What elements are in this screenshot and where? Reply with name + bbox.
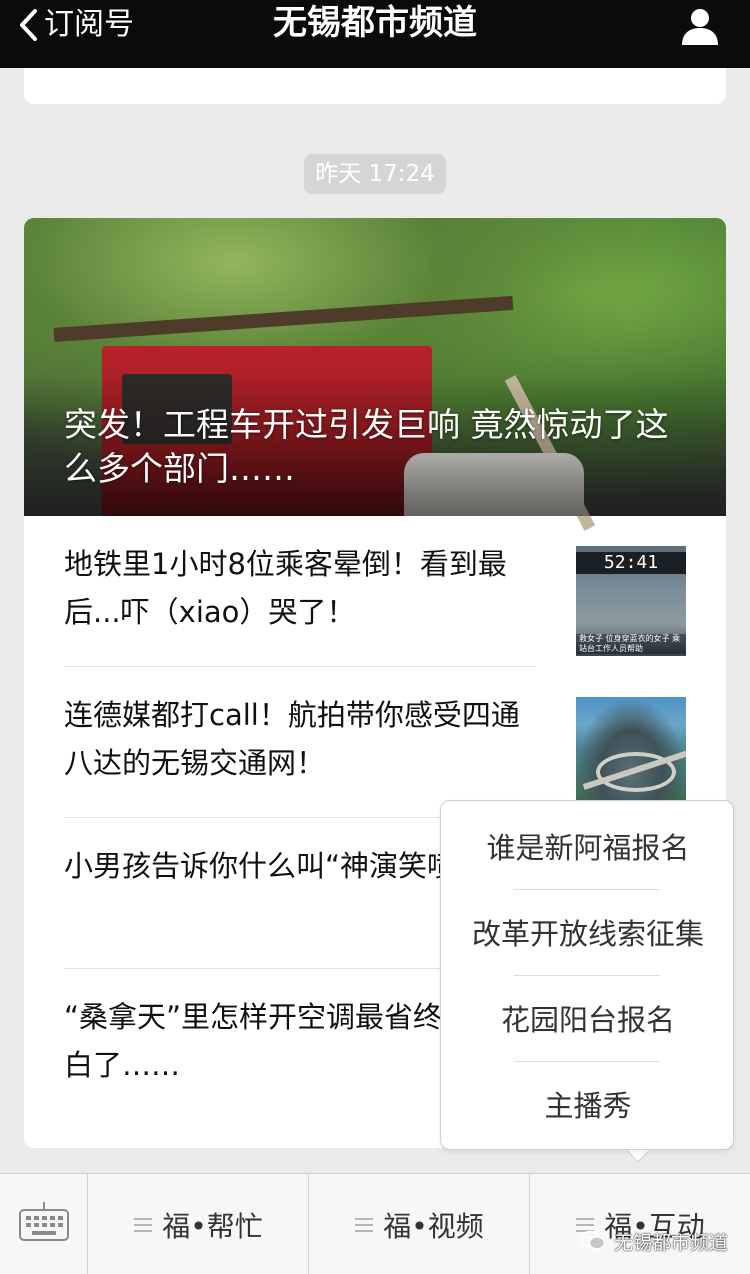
divider bbox=[514, 1061, 660, 1062]
thumbnail-clock: 52:41 bbox=[576, 552, 686, 574]
popup-item-garden-signup[interactable]: 花园阳台报名 bbox=[441, 977, 735, 1063]
list-item[interactable]: 连德媒都打call！航拍带你感受四通八达的无锡交通网！ bbox=[64, 667, 686, 818]
list-item-title: 连德媒都打call！航拍带你感受四通八达的无锡交通网！ bbox=[64, 698, 520, 780]
divider bbox=[514, 889, 660, 890]
keyboard-icon bbox=[19, 1202, 69, 1241]
previous-card[interactable] bbox=[24, 68, 726, 104]
popup-item-anchor-show[interactable]: 主播秀 bbox=[441, 1063, 735, 1149]
list-item-title: 地铁里1小时8位乘客晕倒！看到最后...吓（xiao）哭了！ bbox=[64, 547, 507, 629]
menu-tab-interact[interactable]: 福•互动 bbox=[531, 1174, 750, 1274]
wechat-icon bbox=[580, 1230, 606, 1250]
list-item-thumbnail: 52:41 救女子 位身穿蓝衣的女子 乘站台工作人员帮助 bbox=[576, 546, 686, 656]
nav-bar: 订阅号 无锡都市频道 bbox=[0, 0, 750, 68]
profile-button[interactable] bbox=[680, 6, 720, 46]
person-icon bbox=[682, 9, 718, 45]
menu-tab-help[interactable]: 福•帮忙 bbox=[89, 1174, 309, 1274]
hero-image-branch bbox=[53, 295, 514, 342]
menu-tab-video[interactable]: 福•视频 bbox=[310, 1174, 530, 1274]
popup-item-reform-clues[interactable]: 改革开放线索征集 bbox=[441, 891, 735, 977]
popup-item-new-afu-signup[interactable]: 谁是新阿福报名 bbox=[441, 805, 735, 891]
menu-tab-label: 福•帮忙 bbox=[162, 1209, 263, 1243]
menu-lines-icon bbox=[134, 1217, 153, 1232]
list-item-thumbnail bbox=[576, 697, 686, 807]
hero-title: 突发！工程车开过引发巨响 竟然惊动了这么多个部门…… bbox=[64, 405, 669, 488]
bottom-menu-bar: 福•帮忙 福•视频 福•互动 bbox=[0, 1173, 750, 1274]
watermark-text: 无锡都市频道 bbox=[613, 1231, 728, 1254]
timestamp-badge: 昨天 17:24 bbox=[304, 154, 446, 194]
popup-menu: 谁是新阿福报名 改革开放线索征集 花园阳台报名 主播秀 bbox=[440, 800, 734, 1150]
watermark: 无锡都市频道 bbox=[580, 1226, 728, 1256]
hero-article[interactable]: 突发！工程车开过引发巨响 竟然惊动了这么多个部门…… bbox=[24, 218, 726, 531]
page-title: 无锡都市频道 bbox=[273, 3, 477, 43]
divider bbox=[514, 975, 660, 976]
list-item[interactable]: 地铁里1小时8位乘客晕倒！看到最后...吓（xiao）哭了！ 52:41 救女子… bbox=[64, 516, 686, 667]
keyboard-toggle-button[interactable] bbox=[0, 1174, 88, 1274]
menu-lines-icon bbox=[355, 1217, 374, 1232]
menu-tab-label: 福•视频 bbox=[383, 1209, 484, 1243]
thumbnail-caption: 救女子 位身穿蓝衣的女子 乘站台工作人员帮助 bbox=[576, 634, 686, 654]
